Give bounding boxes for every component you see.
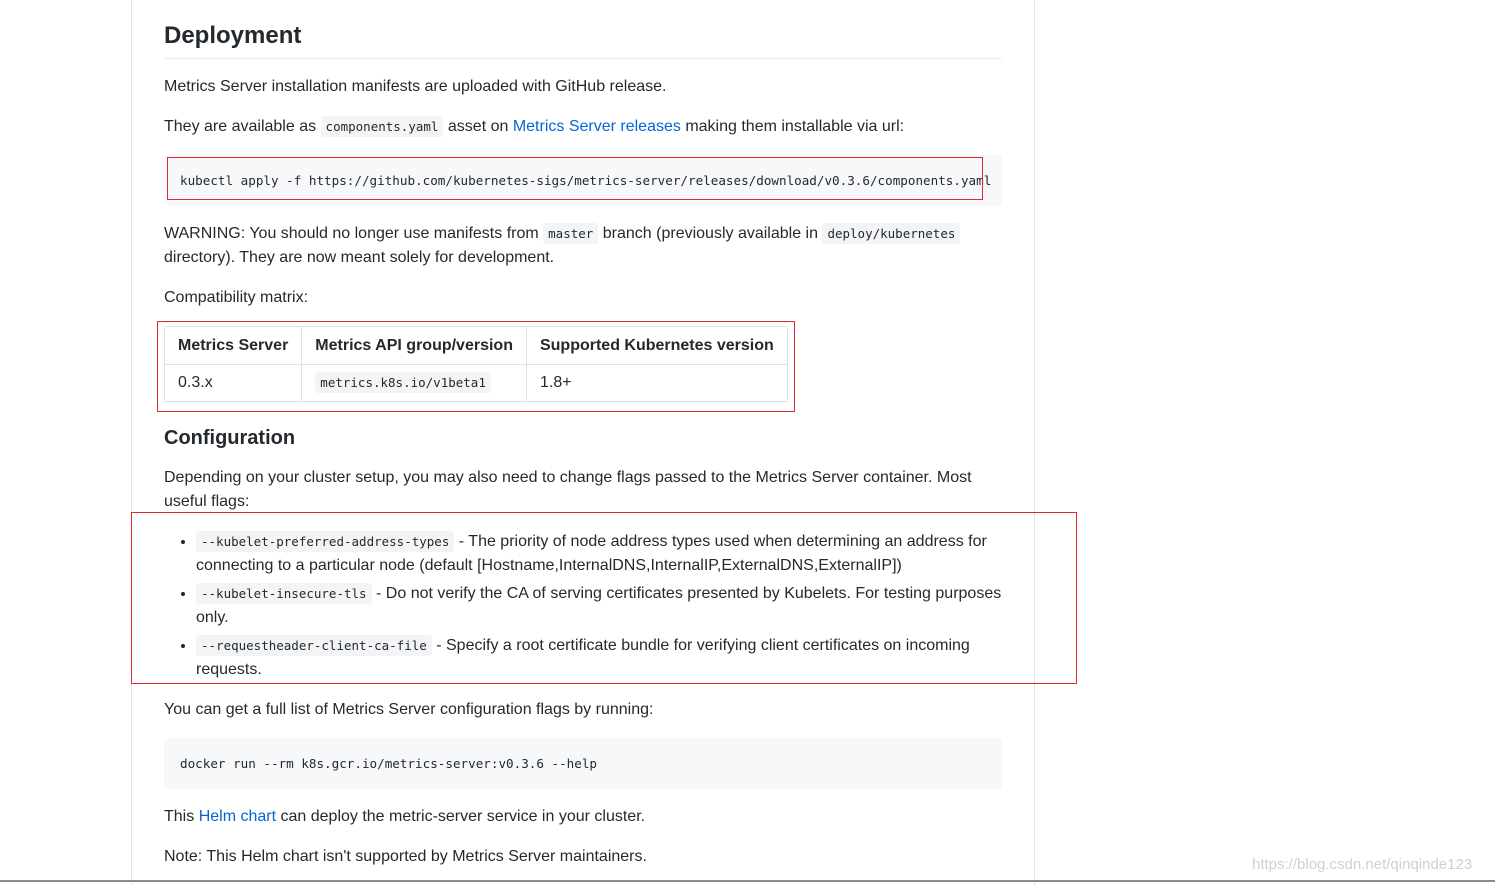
warning-paragraph: WARNING: You should no longer use manife… [164,222,1002,270]
bottom-border [0,880,1495,882]
availability-suffix: making them installable via url: [685,118,905,135]
flag-code: --kubelet-preferred-address-types [196,531,455,552]
cell-api-group: metrics.k8s.io/v1beta1 [301,364,527,402]
flag-code: --requestheader-client-ca-file [196,635,432,656]
table-header-row: Metrics Server Metrics API group/version… [163,326,788,365]
compatibility-caption: Compatibility matrix: [164,289,309,306]
api-group-code: metrics.k8s.io/v1beta1 [315,372,491,393]
deployment-heading: Deployment [164,22,302,49]
table-row: 0.3.x metrics.k8s.io/v1beta1 1.8+ [163,364,788,402]
compatibility-matrix-table: Metrics Server Metrics API group/version… [163,326,788,402]
metrics-server-releases-link[interactable]: Metrics Server releases [513,118,681,135]
header-metrics-server: Metrics Server [163,326,303,365]
help-command-text: docker run --rm k8s.gcr.io/metrics-serve… [180,756,598,771]
heading-divider [164,58,1002,59]
list-item: --kubelet-insecure-tls - Do not verify t… [196,582,1034,630]
cell-server-version: 0.3.x [163,364,303,402]
helm-prefix: This [164,808,195,825]
configuration-intro: Depending on your cluster setup, you may… [164,469,972,510]
helm-note: Note: This Helm chart isn't supported by… [164,848,647,865]
helm-suffix: can deploy the metric-server service in … [280,808,646,825]
help-command-block[interactable]: docker run --rm k8s.gcr.io/metrics-serve… [164,738,1002,789]
install-command-block[interactable]: kubectl apply -f https://github.com/kube… [164,155,1002,206]
header-api-group: Metrics API group/version [301,326,527,365]
components-yaml-code: components.yaml [320,116,444,137]
warning-text-3: directory). They are now meant solely fo… [164,249,555,266]
deployment-intro: Metrics Server installation manifests ar… [164,78,667,95]
master-branch-code: master [543,223,599,244]
availability-prefix: They are available as [164,118,317,135]
list-item: --requestheader-client-ca-file - Specify… [196,634,1034,682]
content-right-border [1034,0,1035,885]
warning-text-2: branch (previously available in [602,225,818,242]
install-command-text: kubectl apply -f https://github.com/kube… [180,173,992,188]
watermark-text: https://blog.csdn.net/qinqinde123 [1252,856,1473,873]
header-k8s-version: Supported Kubernetes version [525,326,788,365]
full-list-paragraph: You can get a full list of Metrics Serve… [164,701,654,718]
warning-text-1: WARNING: You should no longer use manife… [164,225,539,242]
content-left-border [131,0,132,885]
flags-list: --kubelet-preferred-address-types - The … [164,530,1034,686]
deploy-kubernetes-code: deploy/kubernetes [822,223,961,244]
availability-paragraph: They are available as components.yaml as… [164,115,904,139]
helm-paragraph: This Helm chart can deploy the metric-se… [164,805,645,829]
flag-code: --kubelet-insecure-tls [196,583,372,604]
availability-mid: asset on [447,118,509,135]
list-item: --kubelet-preferred-address-types - The … [196,530,1034,578]
configuration-heading: Configuration [164,427,296,449]
helm-chart-link[interactable]: Helm chart [199,808,276,825]
cell-k8s-version: 1.8+ [525,364,788,402]
